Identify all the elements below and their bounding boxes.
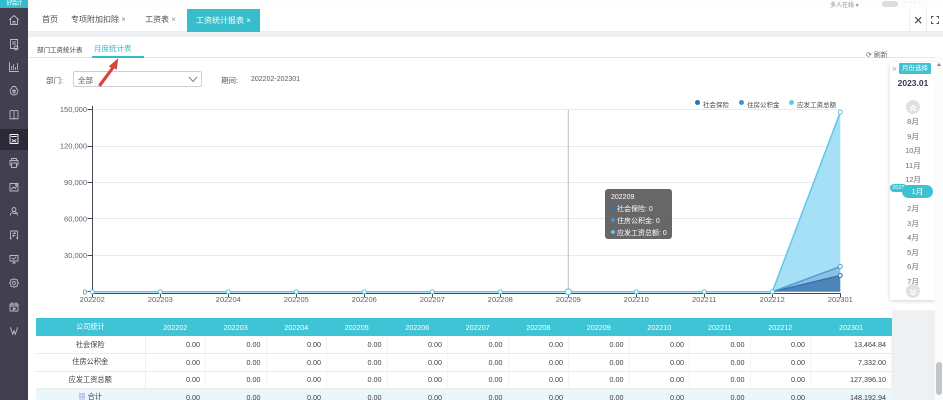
svg-text:30,000: 30,000 <box>64 251 87 260</box>
svg-text:202210: 202210 <box>624 295 649 304</box>
svg-text:202204: 202204 <box>216 295 241 304</box>
svg-text:202208: 202208 <box>488 295 513 304</box>
svg-text:120,000: 120,000 <box>60 142 87 151</box>
svg-text:90,000: 90,000 <box>64 178 87 187</box>
svg-text:202301: 202301 <box>828 295 853 304</box>
svg-text:202202: 202202 <box>80 295 105 304</box>
svg-text:150,000: 150,000 <box>60 105 87 114</box>
svg-text:202207: 202207 <box>420 295 445 304</box>
svg-text:202205: 202205 <box>284 295 309 304</box>
svg-text:202212: 202212 <box>760 295 785 304</box>
svg-text:202203: 202203 <box>148 295 173 304</box>
svg-text:202206: 202206 <box>352 295 377 304</box>
svg-text:202211: 202211 <box>692 295 716 304</box>
svg-text:202209: 202209 <box>556 295 581 304</box>
svg-text:60,000: 60,000 <box>64 214 87 223</box>
